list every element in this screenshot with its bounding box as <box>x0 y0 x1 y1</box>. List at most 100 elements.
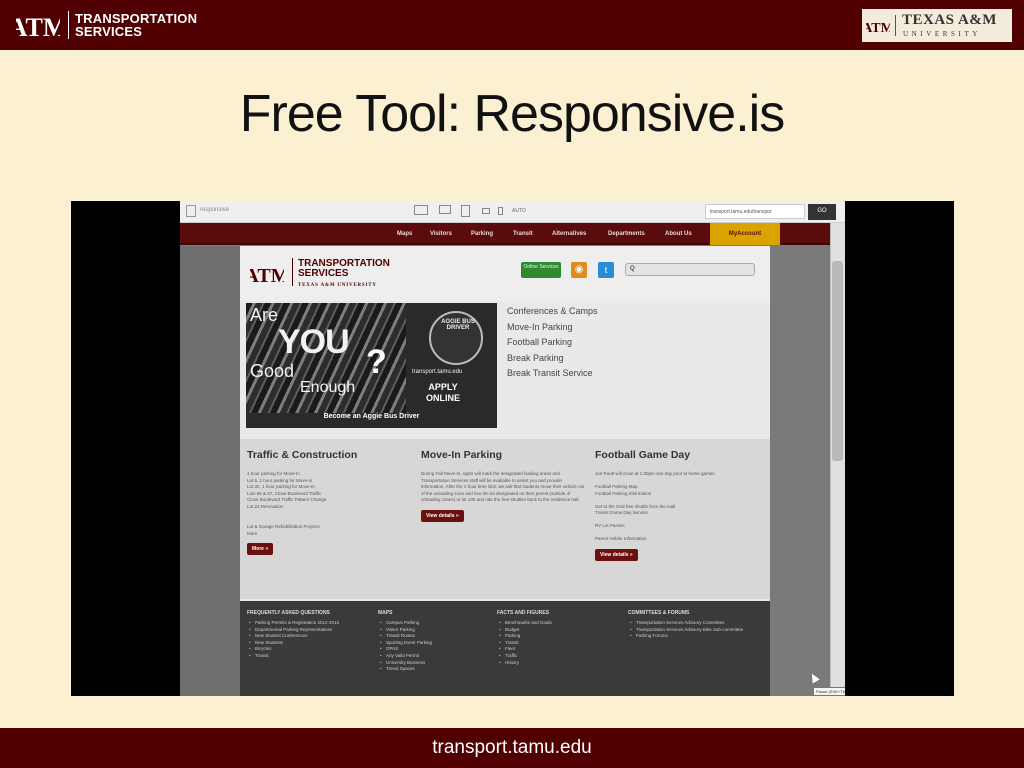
browser-window: responsive AUTO transport.tamu.edu/trans… <box>180 201 845 696</box>
footer-link[interactable]: Sporting Event Parking <box>378 640 508 647</box>
footer-heading: FREQUENTLY ASKED QUESTIONS <box>247 610 330 616</box>
nav-about-us[interactable]: About Us <box>665 231 692 237</box>
view-details-button[interactable]: View details » <box>595 548 638 561</box>
brand-line-2: SERVICES <box>75 24 143 39</box>
scrollbar-thumb[interactable] <box>832 261 843 461</box>
atm-logo-icon: ATM <box>16 13 60 42</box>
phone-landscape-icon[interactable] <box>482 208 490 214</box>
hero-url: transport.tamu.edu <box>412 369 463 375</box>
hero-apply-line-1: APPLY <box>428 382 458 392</box>
footer-link[interactable]: Transportation Services Advisory Bike Su… <box>628 627 758 634</box>
nav-visitors[interactable]: Visitors <box>430 231 452 237</box>
footer-link[interactable]: Transit Routes <box>378 633 508 640</box>
nav-maps[interactable]: Maps <box>397 231 412 237</box>
responsive-logo-icon <box>186 205 196 217</box>
view-details-button[interactable]: View details » <box>421 509 464 522</box>
online-services-button[interactable]: Online Services <box>521 262 561 278</box>
footer-link[interactable]: Transit <box>247 653 377 660</box>
slide-header: ATM TRANSPORTATION SERVICES ATM TEXAS A&… <box>0 0 1024 50</box>
footer-heading: FACTS AND FIGURES <box>497 610 550 616</box>
footer-link[interactable]: Transportation Services Advisory Committ… <box>628 620 758 627</box>
site-brand[interactable]: TRANSPORTATION SERVICES TEXAS A&M UNIVER… <box>298 259 390 291</box>
footer-col-maps: MAPS Campus Parking Visitor Parking Tran… <box>378 610 508 673</box>
slide-title: Free Tool: Responsive.is <box>239 85 785 143</box>
footer-link[interactable]: OPAS <box>378 646 508 653</box>
nav-departments[interactable]: Departments <box>608 231 645 237</box>
site-header: ATM TRANSPORTATION SERVICES TEXAS A&M UN… <box>240 246 770 301</box>
footer-col-facts: FACTS AND FIGURES Benchmarks and Goals B… <box>497 610 627 666</box>
site-atm-logo-icon[interactable]: ATM <box>250 258 284 288</box>
column-football: Football Game Day Joe Routt will close a… <box>595 439 760 561</box>
footer-col-faq: FREQUENTLY ASKED QUESTIONS Parking Permi… <box>247 610 377 660</box>
footer-link[interactable]: Transit <box>497 640 627 647</box>
size-label[interactable]: AUTO <box>512 208 526 214</box>
quicklink-break-parking[interactable]: Break Parking <box>507 351 598 367</box>
nav-alternatives[interactable]: Alternatives <box>552 231 586 237</box>
url-input[interactable]: transport.tamu.edu/transpor <box>705 204 805 219</box>
quicklink-conferences[interactable]: Conferences & Camps <box>507 304 598 320</box>
site-logo-divider <box>292 258 293 286</box>
footer-link[interactable]: History <box>497 660 627 667</box>
footer-heading: MAPS <box>378 610 393 616</box>
tablet-icon[interactable] <box>461 205 470 217</box>
site-search-input[interactable]: Q <box>625 263 755 276</box>
laptop-icon[interactable] <box>439 205 451 214</box>
footer-link[interactable]: Visitor Parking <box>378 627 508 634</box>
footer-link[interactable]: Fleet <box>497 646 627 653</box>
column-text: During Fall Move-In, signs will mark the… <box>421 471 585 502</box>
footer-link[interactable]: Budget <box>497 627 627 634</box>
responsive-toolbar: responsive AUTO transport.tamu.edu/trans… <box>180 201 845 223</box>
university-sub: UNIVERSITY <box>903 30 981 38</box>
nav-parking[interactable]: Parking <box>471 231 493 237</box>
footer-link[interactable]: Bicycles <box>247 646 377 653</box>
hero-banner[interactable]: Are YOU Good Enough ? AGGIE BUS DRIVER t… <box>246 303 497 428</box>
quicklink-break-transit[interactable]: Break Transit Service <box>507 366 598 382</box>
footer-link[interactable]: New Students <box>247 640 377 647</box>
footer-link[interactable]: Campus Parking <box>378 620 508 627</box>
footer-url: transport.tamu.edu <box>432 737 592 758</box>
footer-link[interactable]: Timed Spaces <box>378 666 508 673</box>
go-button[interactable]: GO <box>808 204 836 220</box>
badge-divider <box>895 15 896 36</box>
footer-link[interactable]: Traffic <box>497 653 627 660</box>
twitter-icon[interactable]: t <box>598 262 614 278</box>
column-text: 1 hour parking for Move-In Lot 6, 1 hour… <box>247 471 327 509</box>
rss-icon[interactable]: ◉ <box>571 262 587 278</box>
more-button[interactable]: More » <box>247 543 274 555</box>
hero-good: Good <box>250 361 295 381</box>
nav-transit[interactable]: Transit <box>513 231 533 237</box>
desktop-icon[interactable] <box>414 205 428 215</box>
myaccount-button[interactable]: MyAccount <box>710 223 780 245</box>
footer-link[interactable]: New Student Conferences <box>247 633 377 640</box>
quicklink-move-in[interactable]: Move-In Parking <box>507 320 598 336</box>
page-left-margin <box>180 246 240 696</box>
column-title: Football Game Day <box>595 449 691 461</box>
footer-link[interactable]: Parking Forums <box>628 633 758 640</box>
footer-link[interactable]: Departmental Parking Representatives <box>247 627 377 634</box>
footer-link[interactable]: Parking <box>497 633 627 640</box>
quicklink-football[interactable]: Football Parking <box>507 335 598 351</box>
footer-link[interactable]: Parking Permits & Registration 2012-2013 <box>247 620 377 627</box>
site-footer: FREQUENTLY ASKED QUESTIONS Parking Permi… <box>240 601 770 696</box>
hero-question-mark: ? <box>366 343 387 381</box>
column-text: Joe Routt will close at 1:30pm one day p… <box>595 471 716 541</box>
column-text-2[interactable]: Lot & Garage Rehabilitation Projects Mor… <box>247 524 412 537</box>
svg-text:ATM: ATM <box>866 21 890 36</box>
mouse-cursor-icon <box>808 671 820 684</box>
footer-link[interactable]: University Business <box>378 660 508 667</box>
steering-wheel-icon: AGGIE BUS DRIVER <box>429 311 483 365</box>
svg-text:ATM: ATM <box>16 13 60 42</box>
phone-icon[interactable] <box>498 207 503 215</box>
university-name: TEXAS A&M <box>902 12 997 28</box>
wheel-text: AGGIE BUS DRIVER <box>441 319 475 331</box>
footer-link[interactable]: Benchmarks and Goals <box>497 620 627 627</box>
hero-caption: Become an Aggie Bus Driver <box>323 413 420 420</box>
hero-enough: Enough <box>300 379 356 396</box>
logo-divider <box>68 11 69 39</box>
svg-text:ATM: ATM <box>250 265 284 287</box>
column-title: Traffic & Construction <box>247 449 358 461</box>
transportation-services-title: TRANSPORTATION SERVICES <box>75 12 197 38</box>
footer-link[interactable]: Any Valid Permit <box>378 653 508 660</box>
quick-links: Conferences & Camps Move-In Parking Foot… <box>507 304 598 382</box>
footer-col-committees: COMMITTEES & FORUMS Transportation Servi… <box>628 610 758 640</box>
